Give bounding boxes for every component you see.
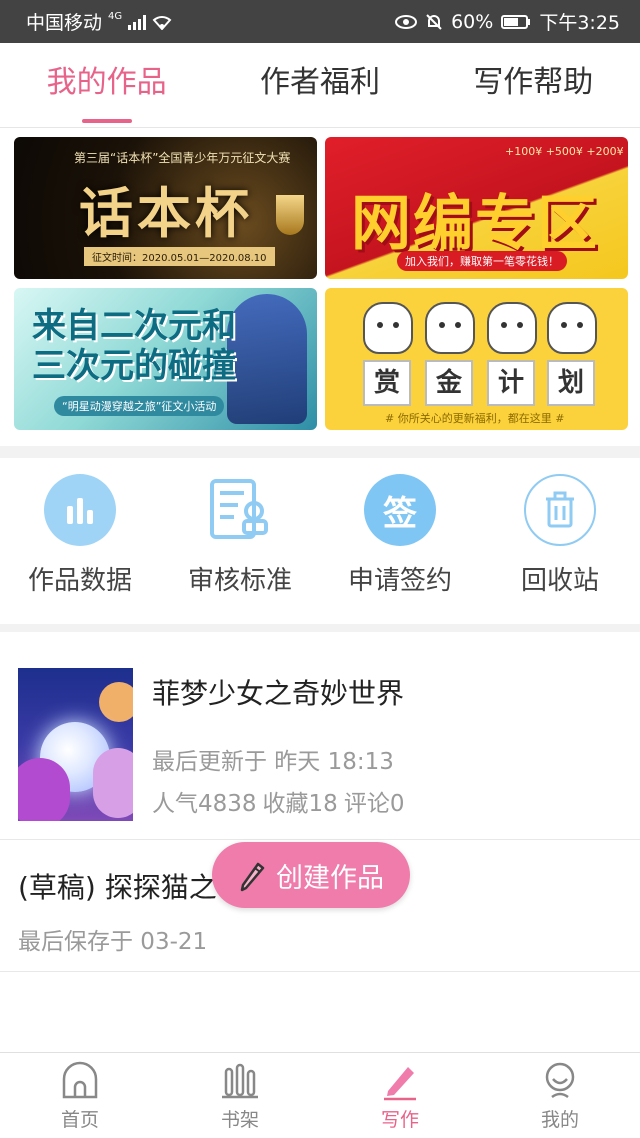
bounty-card: 金: [425, 360, 473, 406]
banner-editor-coins: +100¥ +500¥ +200¥: [505, 145, 624, 158]
tab-author-benefits[interactable]: 作者福利: [213, 43, 426, 127]
wifi-icon: [152, 15, 172, 30]
battery-percent: 60%: [451, 10, 494, 33]
banner-huaben-cup[interactable]: 第三届“话本杯”全国青少年万元征文大赛 话本杯 征文时间：2020.05.01—…: [14, 137, 317, 279]
works-data-label: 作品数据: [27, 566, 132, 596]
profile-icon: [545, 1062, 575, 1099]
work-stats: 人气4838 收藏18 评论0: [152, 784, 410, 818]
draft-title: (草稿) 探探猫之: [18, 871, 217, 904]
sign-icon: 签: [364, 474, 436, 546]
nav-bookshelf-label: 书架: [220, 1109, 259, 1131]
bar-chart-icon: [44, 474, 116, 546]
create-work-button[interactable]: 创建作品: [212, 842, 410, 908]
trophy-icon: [276, 195, 304, 235]
apply-contract-label: 申请签约: [347, 566, 452, 596]
nav-bookshelf[interactable]: 书架: [160, 1053, 320, 1138]
banner-editor-zone[interactable]: +100¥ +500¥ +200¥ 网编专区 加入我们，赚取第一笔零花钱！: [325, 137, 628, 279]
review-doc-icon: [204, 474, 276, 546]
apply-contract-button[interactable]: 签 申请签约: [320, 458, 480, 624]
banner-bounty-subtitle: # 你所关心的更新福利，都在这里 #: [385, 412, 565, 425]
clock: 下午3:25: [539, 12, 620, 34]
draft-saved: 最后保存于 03-21: [18, 929, 208, 955]
tab-my-works[interactable]: 我的作品: [0, 43, 213, 127]
signal-icon: [128, 14, 147, 30]
banner-anime-subtitle: “明星动漫穿越之旅”征文小活动: [54, 396, 225, 416]
work-updated: 最后更新于 昨天 18:13: [152, 749, 394, 775]
banner-anime-event[interactable]: 来自二次元和三次元的碰撞 “明星动漫穿越之旅”征文小活动: [14, 288, 317, 430]
banner-huaben-date: 征文时间：2020.05.01—2020.08.10: [84, 247, 275, 266]
tab-writing-help[interactable]: 写作帮助: [427, 43, 640, 127]
bounty-card: 划: [547, 360, 595, 406]
work-popularity: 人气4838: [152, 791, 257, 817]
nav-profile[interactable]: 我的: [480, 1053, 640, 1138]
banner-huaben-subtitle: 第三届“话本杯”全国青少年万元征文大赛: [74, 151, 291, 165]
top-tabs: 我的作品 作者福利 写作帮助: [0, 43, 640, 128]
cat-icon: [547, 302, 597, 354]
battery-icon: [501, 14, 531, 29]
trash-icon: [524, 474, 596, 546]
work-favorites: 收藏18: [262, 791, 338, 817]
banner-huaben-title: 话本杯: [79, 181, 253, 245]
banner-bounty-plan[interactable]: 赏 金 计 划 # 你所关心的更新福利，都在这里 #: [325, 288, 628, 430]
work-title: 菲梦少女之奇妙世界: [152, 677, 405, 710]
recycle-bin-label: 回收站: [520, 566, 599, 596]
bounty-card: 赏: [363, 360, 411, 406]
quick-actions: 作品数据 审核标准 签 申请签约 回收站: [0, 458, 640, 624]
bounty-card: 计: [487, 360, 535, 406]
home-icon: [62, 1061, 98, 1099]
banner-editor-title: 网编专区: [351, 189, 599, 259]
pencil-icon: [384, 1067, 416, 1101]
cat-icon: [487, 302, 537, 354]
pencil-icon: [240, 862, 265, 892]
nav-home[interactable]: 首页: [0, 1053, 160, 1138]
work-comments: 评论0: [343, 791, 405, 817]
nav-write-label: 写作: [380, 1109, 419, 1131]
book-cover-image: [18, 668, 133, 821]
carrier-label: 中国移动: [26, 12, 103, 34]
banner-editor-subtitle: 加入我们，赚取第一笔零花钱！: [397, 251, 567, 271]
review-standard-label: 审核标准: [187, 566, 292, 596]
nav-write[interactable]: 写作: [320, 1053, 480, 1138]
network-type: 4G: [108, 11, 123, 22]
list-item[interactable]: 菲梦少女之奇妙世界 最后更新于 昨天 18:13 人气4838 收藏18 评论0: [0, 632, 640, 840]
review-standard-button[interactable]: 审核标准: [160, 458, 320, 624]
cat-icon: [363, 302, 413, 354]
eye-icon: [395, 14, 418, 29]
recycle-bin-button[interactable]: 回收站: [480, 458, 640, 624]
mute-bell-icon: [426, 13, 442, 30]
bottom-nav: 首页 书架 写作 我的: [0, 1052, 640, 1138]
bookshelf-icon: [222, 1063, 258, 1099]
banner-anime-title: 来自二次元和三次元的碰撞: [32, 306, 236, 386]
banner-grid: 第三届“话本杯”全国青少年万元征文大赛 话本杯 征文时间：2020.05.01—…: [0, 128, 640, 446]
status-bar: 中国移动 4G 60% 下午3:25: [0, 0, 640, 43]
cat-icon: [425, 302, 475, 354]
create-work-label: 创建作品: [276, 862, 384, 894]
nav-home-label: 首页: [60, 1109, 99, 1131]
nav-profile-label: 我的: [540, 1109, 579, 1131]
works-data-button[interactable]: 作品数据: [0, 458, 160, 624]
